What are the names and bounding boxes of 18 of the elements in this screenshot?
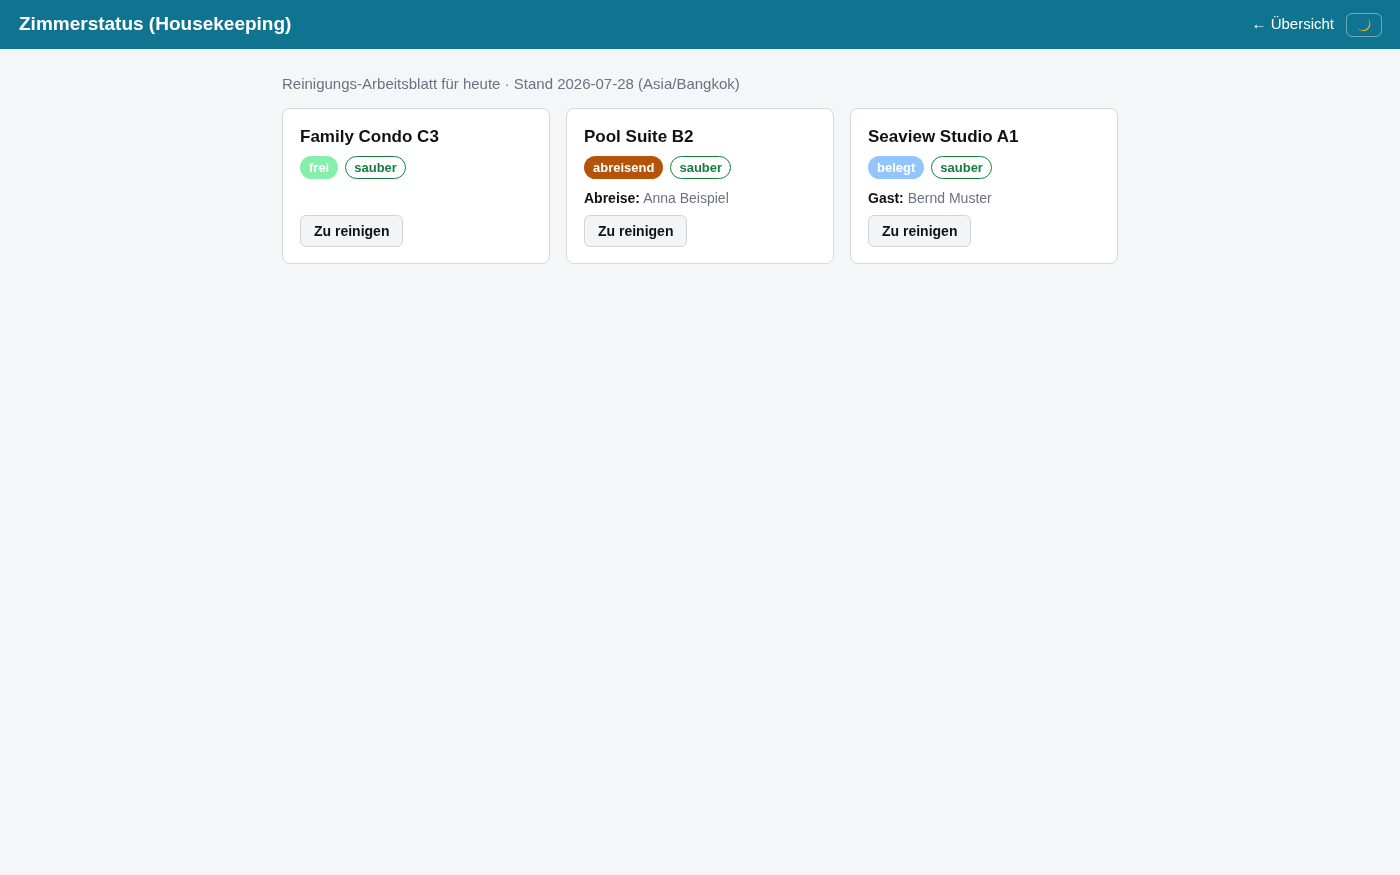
room-title: Seaview Studio A1 [868, 126, 1020, 148]
worksheet-subtitle: Reinigungs-Arbeitsblatt für heute · Stand 2026-07-28 (Asia/Bangkok) [282, 74, 741, 94]
room-title: Pool Suite B2 [584, 126, 695, 148]
occupancy-badge: frei [300, 156, 339, 179]
guest-info: Gast: Bernd Muster [868, 189, 993, 207]
overview-link[interactable]: ← Übersicht [1251, 13, 1334, 36]
occupancy-badge: belegt [868, 156, 925, 179]
occupancy-badge: abreisend [584, 156, 664, 179]
page-title: Zimmerstatus (Housekeeping) [19, 12, 292, 37]
cleanliness-badge: sauber [345, 156, 406, 179]
room-title: Family Condo C3 [300, 126, 440, 148]
clean-button[interactable]: Zu reinigen [300, 215, 404, 247]
theme-toggle-button[interactable] [1346, 12, 1382, 37]
guest-info: Abreise: Anna Beispiel [584, 189, 730, 207]
cleanliness-badge: sauber [670, 156, 732, 179]
cleanliness-badge: sauber [931, 156, 992, 179]
clean-button[interactable]: Zu reinigen [584, 215, 688, 247]
clean-button[interactable]: Zu reinigen [868, 215, 972, 247]
